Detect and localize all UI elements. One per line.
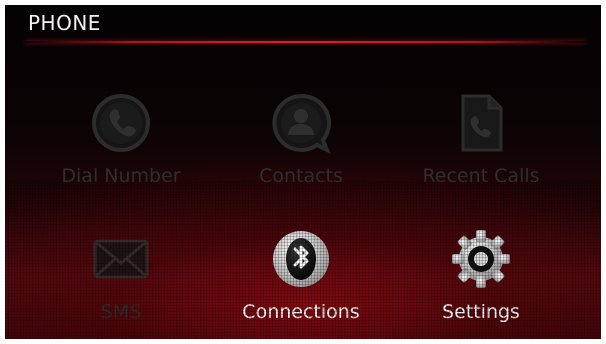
gear-icon (449, 227, 513, 291)
sms-button[interactable]: SMS (31, 227, 211, 337)
header-divider (25, 41, 585, 43)
connections-label: Connections (242, 301, 360, 323)
connections-button[interactable]: Connections (211, 227, 391, 337)
phone-handset-icon (89, 91, 153, 155)
settings-label: Settings (442, 301, 520, 323)
page-title: PHONE (28, 11, 101, 35)
recent-calls-document-icon (449, 91, 513, 155)
settings-button[interactable]: Settings (391, 227, 571, 337)
envelope-icon (89, 227, 153, 291)
contact-person-icon (269, 91, 333, 155)
recent-calls-label: Recent Calls (422, 165, 540, 187)
sms-label: SMS (100, 301, 142, 323)
dial-number-button[interactable]: Dial Number (31, 91, 211, 201)
contacts-button[interactable]: Contacts (211, 91, 391, 201)
contacts-label: Contacts (259, 165, 343, 187)
dial-number-label: Dial Number (61, 165, 181, 187)
phone-screen: PHONE Dial Number Contacts Recent Calls … (5, 5, 601, 339)
bluetooth-icon (269, 227, 333, 291)
recent-calls-button[interactable]: Recent Calls (391, 91, 571, 201)
